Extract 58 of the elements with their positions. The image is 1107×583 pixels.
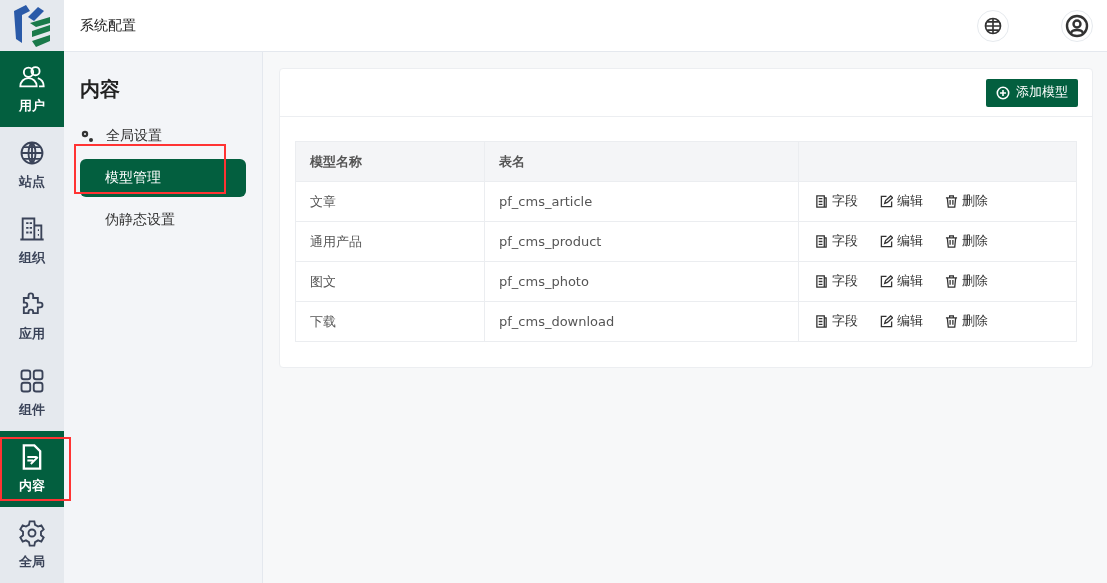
document-icon [815, 314, 828, 328]
action-link[interactable]: 删除 [945, 272, 988, 291]
edit-icon [880, 234, 893, 248]
table-cell: pf_cms_download [484, 301, 799, 342]
table-cell: 文章 [295, 181, 485, 222]
rail-item[interactable]: 应用 [0, 279, 64, 355]
add-model-button[interactable]: 添加模型 [986, 78, 1078, 107]
table-cell: 图文 [295, 261, 485, 302]
table-cell: pf_cms_photo [484, 261, 799, 302]
menu-item[interactable]: 模型管理 [80, 159, 246, 197]
action-link[interactable]: 删除 [945, 312, 988, 331]
action-link[interactable]: 删除 [945, 232, 988, 251]
plus-circle-icon [996, 85, 1010, 100]
globe-icon [983, 15, 1003, 36]
section-title: 内容 [80, 76, 121, 103]
action-link[interactable]: 删除 [945, 192, 988, 211]
document-icon [815, 194, 828, 208]
grid-icon [18, 367, 46, 395]
edit-icon [880, 274, 893, 288]
action-link[interactable]: 编辑 [880, 272, 923, 291]
user-avatar-icon [1065, 13, 1089, 38]
action-link[interactable]: 编辑 [880, 192, 923, 211]
action-link[interactable]: 字段 [815, 312, 858, 331]
column-header: 表名 [484, 141, 799, 182]
action-link[interactable]: 字段 [815, 192, 858, 211]
gears-icon [80, 129, 94, 143]
logo-icon [12, 2, 52, 49]
menu-item[interactable]: 全局设置 [80, 117, 246, 155]
document-icon [815, 234, 828, 248]
action-link[interactable]: 字段 [815, 232, 858, 251]
action-link[interactable]: 编辑 [880, 312, 923, 331]
rail-item[interactable]: 站点 [0, 127, 64, 203]
gear-icon [18, 519, 46, 547]
trash-icon [945, 194, 958, 208]
document-icon [815, 274, 828, 288]
rail-item[interactable]: 全局 [0, 507, 64, 583]
action-link[interactable]: 编辑 [880, 232, 923, 251]
trash-icon [945, 234, 958, 248]
table-cell: 下载 [295, 301, 485, 342]
user-button[interactable] [1061, 9, 1093, 42]
rail-item[interactable]: 内容 [0, 431, 64, 507]
column-header: 模型名称 [295, 141, 485, 182]
menu-item[interactable]: 伪静态设置 [80, 201, 246, 239]
building-icon [18, 215, 46, 243]
page-title: 系统配置 [80, 16, 136, 35]
table-cell: 通用产品 [295, 221, 485, 262]
edit-icon [880, 314, 893, 328]
trash-icon [945, 274, 958, 288]
rail-item[interactable]: 组件 [0, 355, 64, 431]
rail-item[interactable]: 用户 [0, 51, 64, 127]
action-link[interactable]: 字段 [815, 272, 858, 291]
trash-icon [945, 314, 958, 328]
rail-item[interactable]: 组织 [0, 203, 64, 279]
globe-icon [18, 139, 46, 167]
table-cell: pf_cms_product [484, 221, 799, 262]
language-button[interactable] [977, 9, 1009, 42]
table-cell: pf_cms_article [484, 181, 799, 222]
edit-icon [880, 194, 893, 208]
